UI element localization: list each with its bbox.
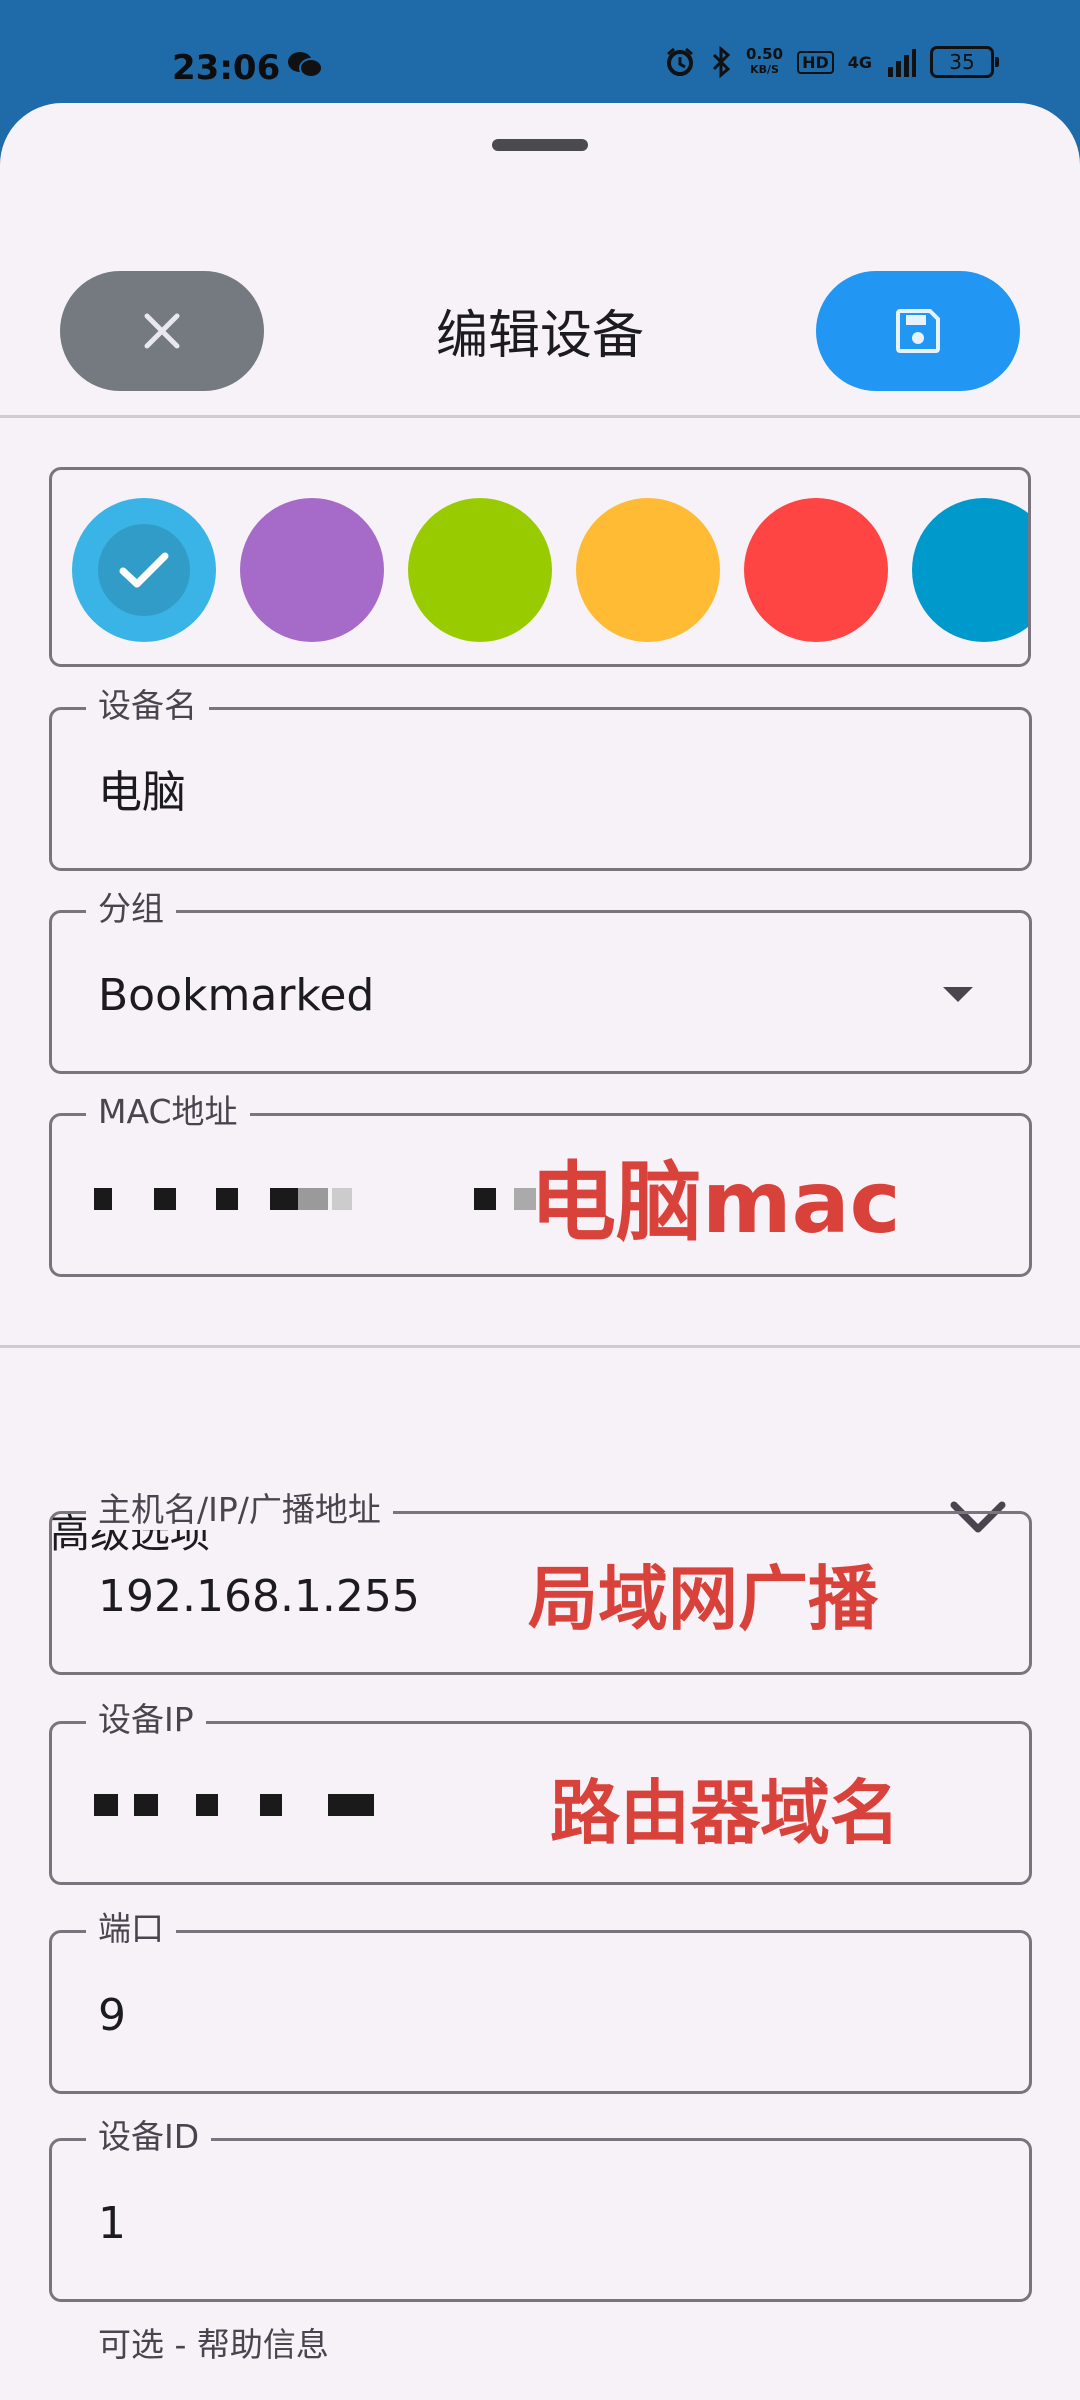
device-ip-masked-value[interactable] bbox=[94, 1794, 514, 1818]
device-name-value[interactable]: 电脑 bbox=[98, 766, 186, 820]
mac-annotation: 电脑mac bbox=[530, 1153, 901, 1253]
color-swatch-purple[interactable] bbox=[240, 498, 384, 642]
group-label: 分组 bbox=[86, 889, 176, 929]
mac-address-label: MAC地址 bbox=[86, 1092, 250, 1132]
alarm-icon bbox=[667, 47, 694, 76]
color-picker bbox=[49, 467, 1031, 667]
battery-icon: 35 bbox=[930, 46, 999, 78]
header-divider bbox=[0, 415, 1080, 418]
device-id-field[interactable]: 设备ID 1 bbox=[49, 2117, 1032, 2302]
status-time: 23:06 bbox=[172, 48, 281, 88]
device-name-field[interactable]: 设备名 电脑 bbox=[49, 686, 1032, 871]
hd-badge: HD bbox=[797, 50, 834, 74]
save-icon bbox=[896, 309, 940, 353]
device-id-label: 设备ID bbox=[86, 2117, 212, 2157]
device-ip-annotation: 路由器域名 bbox=[550, 1772, 900, 1854]
device-name-label: 设备名 bbox=[86, 686, 209, 726]
host-annotation: 局域网广播 bbox=[528, 1558, 878, 1640]
mac-address-masked-value[interactable] bbox=[94, 1188, 536, 1212]
check-icon bbox=[119, 552, 169, 588]
signal-icon bbox=[888, 49, 916, 77]
color-swatch-red[interactable] bbox=[744, 498, 888, 642]
host-address-label: 主机名/IP/广播地址 bbox=[86, 1490, 393, 1530]
status-bar: 23:06 0.50 KB/S HD 4G 35 bbox=[0, 0, 1080, 104]
section-divider bbox=[0, 1345, 1080, 1348]
group-dropdown[interactable]: 分组 Bookmarked bbox=[49, 889, 1032, 1074]
device-id-helper-text: 可选 - 帮助信息 bbox=[98, 2325, 329, 2364]
color-swatch-green[interactable] bbox=[408, 498, 552, 642]
drag-handle[interactable] bbox=[492, 139, 588, 151]
color-swatch-orange[interactable] bbox=[576, 498, 720, 642]
bluetooth-icon bbox=[712, 46, 731, 78]
check-icon-wrapper bbox=[98, 524, 190, 616]
mac-address-field[interactable]: MAC地址 电脑mac bbox=[49, 1092, 1032, 1277]
port-label: 端口 bbox=[86, 1909, 176, 1949]
save-button[interactable] bbox=[816, 271, 1020, 391]
device-ip-label: 设备IP bbox=[86, 1700, 206, 1740]
group-value[interactable]: Bookmarked bbox=[98, 969, 374, 1023]
edit-device-sheet: 编辑设备 设备名 电脑 分组 Bookmarked MAC地址 电脑mac 高级… bbox=[0, 103, 1080, 2400]
port-value[interactable]: 9 bbox=[98, 1989, 126, 2043]
host-address-value[interactable]: 192.168.1.255 bbox=[98, 1570, 420, 1624]
wechat-icon bbox=[288, 52, 323, 78]
host-address-field[interactable]: 主机名/IP/广播地址 192.168.1.255 局域网广播 bbox=[49, 1490, 1032, 1675]
color-swatch-blue[interactable] bbox=[72, 498, 216, 642]
device-id-value[interactable]: 1 bbox=[98, 2197, 126, 2251]
dropdown-arrow-icon[interactable] bbox=[943, 987, 973, 1002]
device-ip-field[interactable]: 设备IP 路由器域名 bbox=[49, 1700, 1032, 1885]
color-swatch-dark-blue[interactable] bbox=[912, 498, 1028, 642]
port-field[interactable]: 端口 9 bbox=[49, 1909, 1032, 2094]
network-type: 4G bbox=[847, 52, 872, 72]
status-icons: 0.50 KB/S HD 4G 35 bbox=[664, 45, 999, 78]
network-speed: 0.50 KB/S bbox=[746, 45, 784, 77]
